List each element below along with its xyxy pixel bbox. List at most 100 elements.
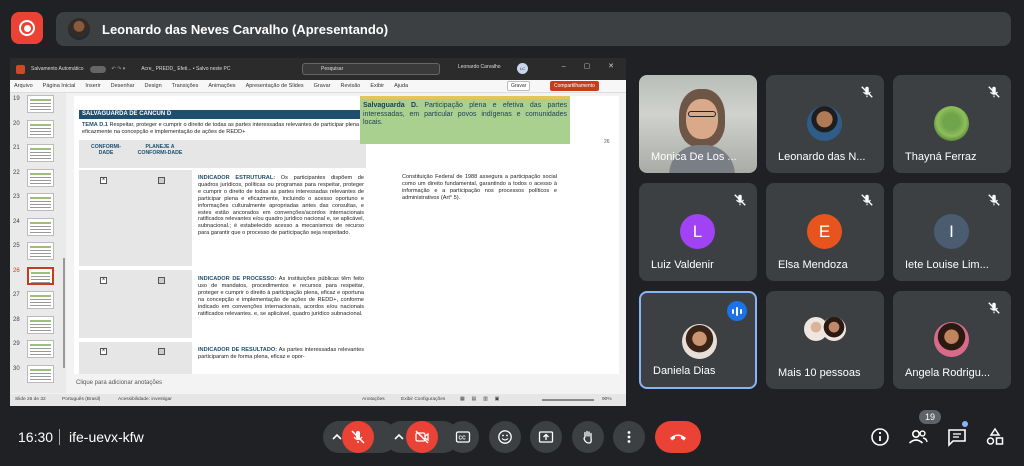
participant-avatar (807, 106, 842, 141)
slide-thumbnail[interactable]: 27 (10, 289, 66, 314)
menu-transicoes[interactable]: Transições (172, 83, 199, 89)
slide-thumbnail-image (27, 340, 54, 358)
undo-redo-icons[interactable]: ↶ ↷ ▾ (112, 66, 126, 72)
more-options-button[interactable] (613, 421, 645, 453)
presenter-banner[interactable]: Leonardo das Neves Carvalho (Apresentand… (56, 12, 1011, 46)
meeting-code[interactable]: ife-uevx-kfw (69, 429, 144, 445)
hang-up-icon (670, 434, 686, 441)
slide-thumbnail[interactable]: 21 (10, 142, 66, 167)
participant-name: Monica De Los ... (651, 151, 737, 163)
mic-off-icon (987, 301, 1001, 315)
indicator-processo: INDICADOR DE PROCESSO: As instituições p… (198, 276, 364, 317)
green-label: Salvaguarda D. (363, 102, 418, 109)
menu-revisao[interactable]: Revisão (340, 83, 360, 89)
slide-thumbnail[interactable]: 29 (10, 338, 66, 363)
menu-animacoes[interactable]: Animações (208, 83, 235, 89)
autosave-toggle[interactable] (89, 65, 106, 73)
slide-thumbnail-image (27, 95, 54, 113)
camera-toggle-button[interactable] (406, 421, 438, 453)
participant-name: Iete Louise Lim... (905, 259, 989, 271)
recording-indicator-button[interactable] (11, 12, 43, 44)
notes-toggle[interactable]: Anotações (362, 394, 385, 406)
slide-thumbnail-number: 21 (13, 145, 20, 151)
mic-off-icon (860, 193, 874, 207)
menu-design[interactable]: Design (145, 83, 162, 89)
share-button[interactable]: Compartilhamento (550, 81, 599, 91)
menu-gravar[interactable]: Gravar (314, 83, 331, 89)
tema-label: TEMA D.1 (82, 122, 108, 128)
indicator-row-bg (79, 270, 192, 338)
menu-desenhar[interactable]: Desenhar (111, 83, 135, 89)
captions-button[interactable]: CC (447, 421, 479, 453)
slide-thumbnail[interactable]: 25 (10, 240, 66, 265)
participant-name: Luiz Valdenir (651, 259, 714, 271)
activities-icon[interactable] (983, 425, 1007, 449)
menu-ajuda[interactable]: Ajuda (394, 83, 408, 89)
zoom-level[interactable]: 90% (602, 394, 612, 406)
salvaguarda-callout: Salvaguarda D. Participação plena e efet… (360, 96, 570, 144)
participant-tile[interactable]: L Luiz Valdenir (639, 183, 757, 281)
slide-thumbnail-number: 24 (13, 218, 20, 225)
slide-thumbnail[interactable]: 20 (10, 118, 66, 143)
participant-tile[interactable]: Angela Rodrigu... (893, 291, 1011, 389)
slide-thumbnail[interactable]: 30 (10, 363, 66, 388)
participant-tile[interactable]: E Elsa Mendoza (766, 183, 884, 281)
participant-tile[interactable]: Monica De Los ... (639, 75, 757, 173)
record-icon (19, 20, 35, 36)
participant-tile[interactable]: Daniela Dias (639, 291, 757, 389)
speaking-indicator-icon (727, 301, 747, 321)
participant-tile[interactable]: Thayná Ferraz (893, 75, 1011, 173)
leave-call-button[interactable] (655, 421, 701, 453)
chat-icon[interactable] (945, 425, 969, 449)
participant-name: Leonardo das N... (778, 151, 866, 163)
participant-tile[interactable]: Leonardo das N... (766, 75, 884, 173)
menu-apresentacao[interactable]: Apresentação de Slides (246, 83, 304, 89)
menu-pagina-inicial[interactable]: Página Inicial (43, 83, 76, 89)
slide-thumbnail[interactable]: 23 (10, 191, 66, 216)
mic-off-icon (860, 85, 874, 99)
ppt-search-input[interactable]: Pesquisar (302, 63, 440, 75)
display-settings[interactable]: Exibir Configurações (401, 394, 445, 406)
ppt-search-placeholder: Pesquisar (321, 66, 344, 72)
accessibility-status[interactable]: Acessibilidade: investigar (118, 394, 172, 406)
zoom-slider[interactable] (542, 399, 594, 401)
ppt-status-bar: Slide 26 de 32 Português (Brasil) Acessi… (10, 394, 626, 406)
ppt-user-avatar[interactable]: LC (517, 63, 528, 74)
slide-thumbnail[interactable]: 28 (10, 314, 66, 339)
indicator-resultado: INDICADOR DE RESULTADO: As partes intere… (198, 347, 364, 361)
slide-canvas: SALVAGUARDA DE CANCÚN D TEMA D.1 Respeit… (74, 96, 619, 374)
people-icon[interactable] (906, 425, 930, 449)
slide-thumbnail[interactable]: 19 (10, 93, 66, 118)
language-status[interactable]: Português (Brasil) (62, 394, 100, 406)
slide-thumbnail-image (27, 217, 54, 236)
participant-avatar: L (680, 214, 715, 249)
slide-thumbnail[interactable]: 22 (10, 167, 66, 192)
gravar-button[interactable]: Gravar (507, 81, 531, 91)
ppt-title-bar: Salvamento Automático ↶ ↷ ▾ Acre_ PREDD_… (10, 58, 626, 80)
slide-thumbnail-number: 25 (13, 243, 20, 249)
reactions-button[interactable] (489, 421, 521, 453)
slide-thumbnail-image (27, 119, 54, 138)
tema-text: Respeitar, proteger e cumprir o direito … (82, 122, 364, 135)
slide-counter: Slide 26 de 32 (15, 397, 46, 402)
info-icon[interactable] (868, 425, 892, 449)
menu-arquivo[interactable]: Arquivo (14, 83, 33, 89)
present-screen-button[interactable] (530, 421, 562, 453)
participant-tile[interactable]: I Iete Louise Lim... (893, 183, 1011, 281)
ind1-text: Os participantes dispõem de quadros jurí… (198, 175, 364, 237)
slide-thumbnails-panel: 19 20 21 22 23 24 25 26 27 28 29 30 (10, 93, 66, 393)
slide-thumbnail[interactable]: 24 (10, 216, 66, 241)
raise-hand-button[interactable] (572, 421, 604, 453)
window-controls[interactable]: – ▢ ✕ (562, 62, 622, 70)
view-mode-icons[interactable]: ▦▤▥▣ (460, 394, 506, 406)
checkbox-conformidade-3: × (100, 348, 107, 355)
mic-toggle-button[interactable] (342, 421, 374, 453)
notes-input[interactable]: Clique para adicionar anotações (66, 378, 626, 389)
slide-thumbnail[interactable]: 26 (10, 265, 66, 290)
menu-inserir[interactable]: Inserir (85, 83, 100, 89)
clock: 16:30 (18, 429, 54, 445)
ind3-label: INDICADOR DE RESULTADO: (198, 347, 278, 353)
menu-exibir[interactable]: Exibir (370, 83, 384, 89)
participant-tile[interactable]: Mais 10 pessoas (766, 291, 884, 389)
thumbnail-scrollbar[interactable] (63, 258, 65, 368)
